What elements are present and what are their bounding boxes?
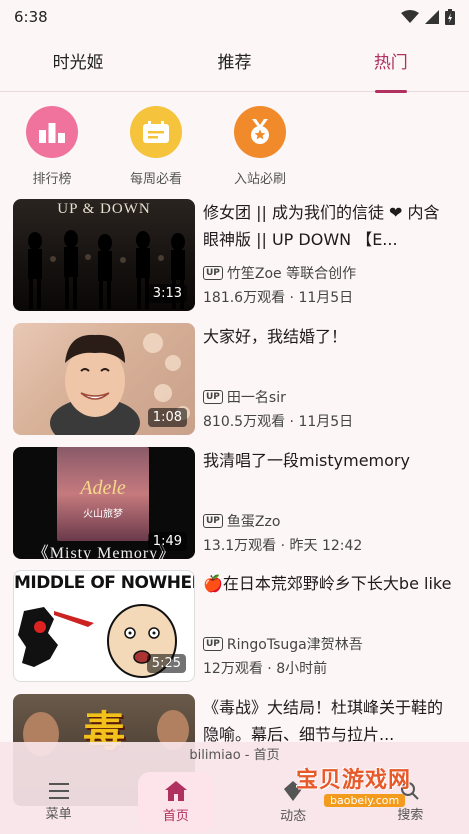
uploader-name: 田一名sir (226, 390, 286, 406)
up-badge-icon: UP (203, 637, 223, 651)
wifi-icon (401, 10, 419, 23)
video-date: 昨天 12:42 (289, 538, 363, 554)
video-date: 8小时前 (276, 661, 328, 677)
quick-link-label: 每周必看 (129, 172, 182, 187)
ranking-icon (26, 106, 78, 158)
video-duration: 5:25 (146, 654, 186, 673)
video-date: 11月5日 (298, 290, 354, 306)
watermark-logo: 宝贝游戏网 baobeiy.com (296, 762, 436, 818)
menu-icon (48, 782, 69, 799)
quick-link-label: 入站必刷 (233, 172, 286, 187)
status-icons (401, 9, 455, 25)
nav-home[interactable]: 首页 (117, 770, 234, 834)
video-title[interactable]: 大家好，我结婚了！ (203, 323, 453, 350)
video-item[interactable]: UP & DOWN 3:13 修女团 || 成为我们的信徒 ❤ 内含眼神版 ||… (13, 199, 453, 311)
video-duration: 1:08 (147, 408, 187, 427)
tab-recommend[interactable]: 推荐 (156, 34, 312, 92)
up-badge-icon: UP (203, 514, 223, 528)
video-views: 13.1万观看 (203, 538, 277, 554)
watermark-url: baobeiy.com (324, 794, 406, 807)
nav-label: 首页 (162, 808, 189, 824)
cover-art-subtitle: 火山旅梦 (83, 509, 123, 520)
signal-icon (425, 10, 439, 24)
uploader-name: RingoTsuga津贺林吾 (226, 637, 363, 653)
cover-art-text: Adele (80, 477, 126, 499)
video-views: 181.6万观看 (203, 290, 286, 306)
video-date: 11月5日 (298, 414, 354, 430)
video-views: 12万观看 (203, 661, 263, 677)
video-title[interactable]: 修女团 || 成为我们的信徒 ❤ 内含眼神版 || UP DOWN 【E... (203, 199, 453, 253)
video-meta: 12万观看 · 8小时前 (203, 661, 328, 677)
up-badge-icon: UP (203, 390, 223, 404)
video-meta: 181.6万观看 · 11月5日 (203, 290, 354, 306)
quick-links: 排行榜 每周必看 入站必刷 (0, 92, 469, 192)
video-item[interactable]: MIDDLE OF NOWHERE 5:25 🍎在日本荒郊野岭乡下长大be li… (13, 570, 453, 682)
video-views: 810.5万观看 (203, 414, 286, 430)
quick-link-label: 排行榜 (32, 172, 72, 187)
quick-link-must-watch[interactable]: 入站必刷 (208, 106, 312, 192)
video-thumbnail[interactable]: UP & DOWN 3:13 (13, 199, 195, 311)
video-uploader[interactable]: UP RingoTsuga津贺林吾 (203, 634, 363, 654)
video-thumbnail[interactable]: 1:08 (13, 323, 195, 435)
status-bar: 6:38 (0, 0, 469, 34)
video-title[interactable]: 🍎在日本荒郊野岭乡下长大be like (203, 570, 453, 597)
up-badge-icon: UP (203, 266, 223, 280)
tab-shiguangji[interactable]: 时光姬 (0, 34, 156, 92)
video-thumbnail[interactable]: Adele 火山旅梦 《Misty Memory》 1:49 (13, 447, 195, 559)
nav-menu[interactable]: 菜单 (0, 770, 117, 834)
nav-label: 菜单 (45, 806, 72, 822)
battery-icon (445, 9, 455, 25)
home-icon (164, 780, 187, 801)
video-uploader[interactable]: UP 竹笙Zoe 等联合创作 (203, 263, 356, 283)
video-title[interactable]: 《毒战》大结局！杜琪峰关于鞋的隐喻。幕后、细节与拉片... (203, 694, 453, 748)
top-tabs: 时光姬 推荐 热门 (0, 34, 469, 93)
video-thumbnail[interactable]: MIDDLE OF NOWHERE 5:25 (13, 570, 195, 682)
medal-icon (234, 106, 286, 158)
quick-link-weekly[interactable]: 每周必看 (104, 106, 208, 192)
video-item[interactable]: Adele 火山旅梦 《Misty Memory》 1:49 我清唱了一段mis… (13, 447, 453, 559)
watermark-text: 宝贝游戏网 (296, 768, 412, 793)
video-uploader[interactable]: UP 鱼蛋Zzo (203, 511, 280, 531)
uploader-name: 竹笙Zoe 等联合创作 (226, 266, 357, 282)
status-time: 6:38 (14, 8, 48, 26)
video-title[interactable]: 我清唱了一段mistymemory (203, 447, 453, 474)
video-item[interactable]: 1:08 大家好，我结婚了！ UP 田一名sir 810.5万观看 · 11月5日 (13, 323, 453, 435)
video-uploader[interactable]: UP 田一名sir (203, 387, 286, 407)
uploader-name: 鱼蛋Zzo (226, 514, 281, 530)
video-duration: 1:49 (147, 532, 187, 551)
quick-link-ranking[interactable]: 排行榜 (0, 106, 104, 192)
thumbnail-cover-art: Adele 火山旅梦 (57, 447, 149, 541)
tab-popular[interactable]: 热门 (313, 34, 469, 93)
video-meta: 810.5万观看 · 11月5日 (203, 414, 354, 430)
video-duration: 3:13 (147, 284, 187, 303)
nav-home-pill: 首页 (137, 772, 214, 832)
weekly-icon (130, 106, 182, 158)
video-meta: 13.1万观看 · 昨天 12:42 (203, 538, 363, 554)
